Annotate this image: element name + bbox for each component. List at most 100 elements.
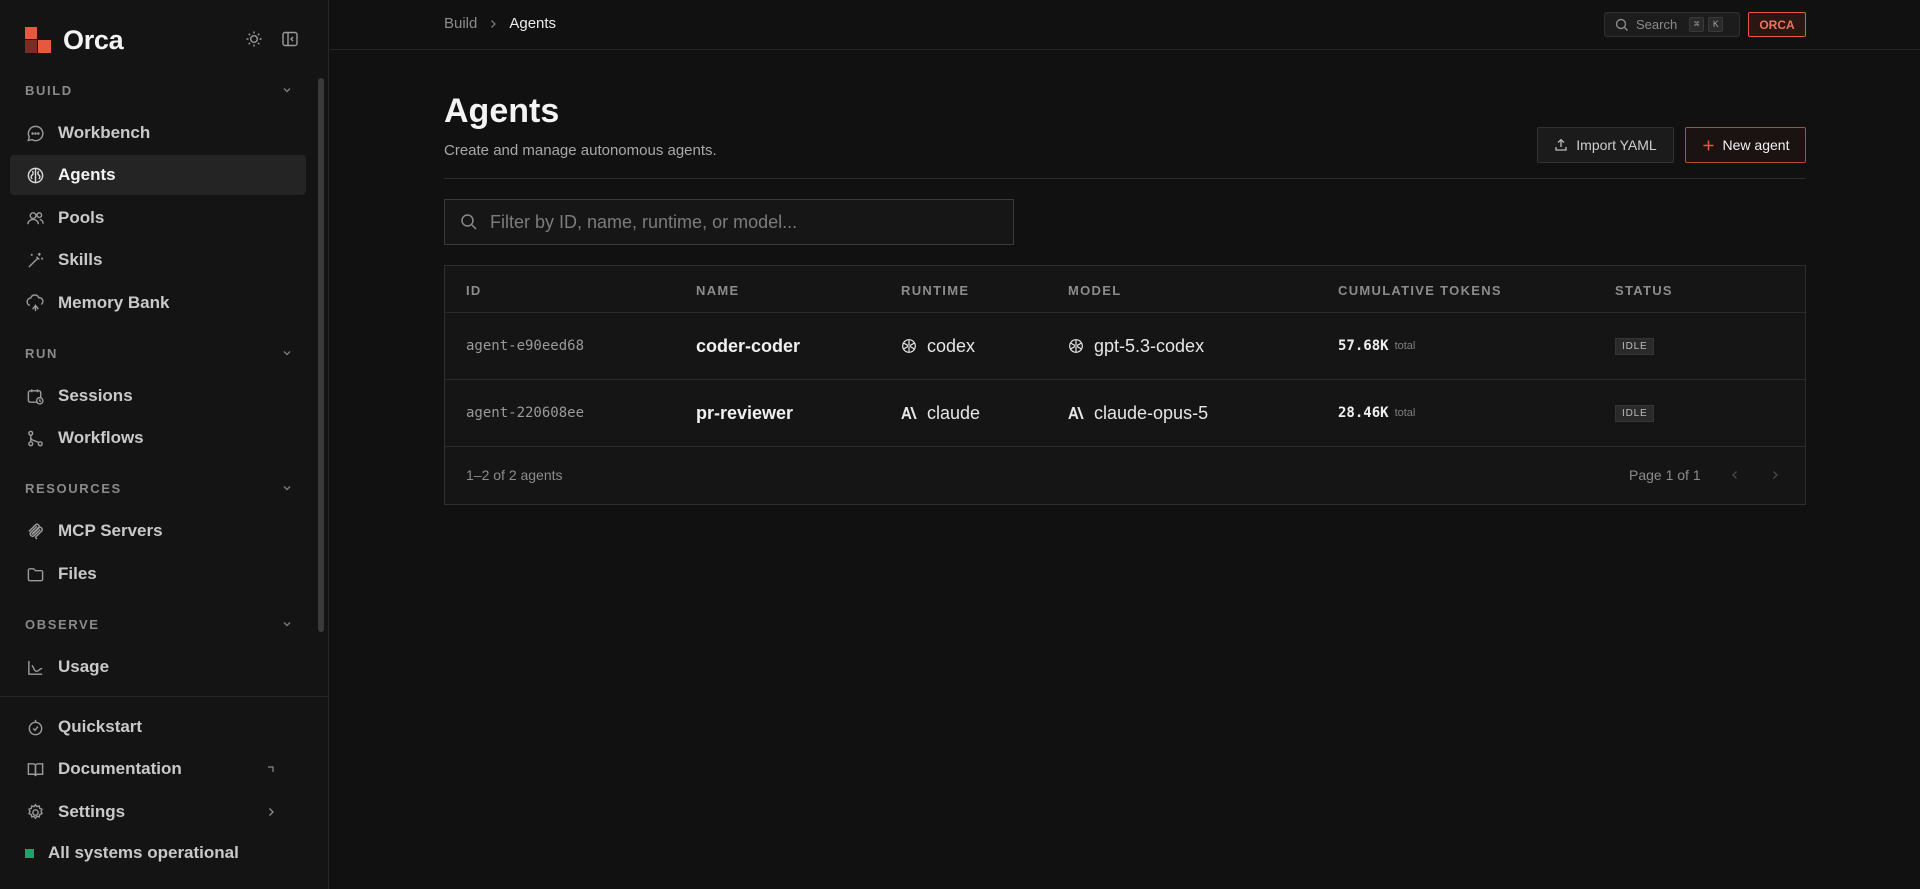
sidebar-item-sessions[interactable]: Sessions [10,376,306,416]
model-label: claude-opus-5 [1094,402,1209,423]
agent-model: gpt-5.3-codex [1068,313,1204,379]
prev-page-button[interactable] [1725,465,1745,485]
new-agent-button[interactable]: New agent [1685,127,1806,163]
section-build-label: BUILD [25,82,73,98]
filter-input[interactable] [490,211,990,233]
sidebar-item-memory-bank[interactable]: Memory Bank [10,283,306,323]
magic-wand-icon [25,250,45,270]
chart-line-icon [25,657,45,677]
column-header-runtime[interactable]: RUNTIME [901,283,969,298]
filter-field[interactable] [444,199,1014,245]
sidebar-item-quickstart[interactable]: Quickstart [10,707,306,747]
agent-name[interactable]: pr-reviewer [696,380,793,446]
agent-id: agent-e90eed68 [466,338,585,354]
sidebar-item-label: Workflows [58,428,144,447]
app-name: Orca [63,24,124,55]
shortcut-k-key: K [1708,17,1724,32]
upload-icon [1554,138,1568,152]
anthropic-icon [1068,405,1085,422]
agent-model: claude-opus-5 [1068,380,1208,446]
orca-logo [25,27,51,53]
sidebar-item-files[interactable]: Files [10,554,306,594]
column-header-model[interactable]: MODEL [1068,283,1121,298]
column-header-name[interactable]: NAME [696,283,739,298]
agent-status: IDLE [1615,380,1655,446]
search-label: Search [1636,17,1678,32]
chevron-down-icon [283,486,291,491]
brand[interactable]: Orca [25,24,124,56]
table-header: ID NAME RUNTIME MODEL CUMULATIVE TOKENS … [445,266,1805,313]
shortcut-cmd-key: ⌘ [1689,17,1705,32]
agent-status: IDLE [1615,313,1655,379]
org-badge[interactable]: ORCA [1748,12,1806,37]
system-status[interactable]: All systems operational [25,843,239,863]
sidebar-scrollbar[interactable] [318,78,324,632]
topbar: Build Agents Search ⌘ K ORCA [330,0,1920,50]
chevron-down-icon [283,88,291,93]
sidebar-item-label: Usage [58,657,110,676]
users-icon [25,208,45,228]
breadcrumb: Build Agents [444,15,556,32]
table-row[interactable]: agent-220608ee pr-reviewer claude claude… [445,380,1805,447]
sidebar-item-agents[interactable]: Agents [10,155,306,195]
import-yaml-button[interactable]: Import YAML [1537,127,1674,163]
page-subtitle: Create and manage autonomous agents. [444,142,717,159]
sidebar-divider [0,696,329,697]
section-observe[interactable]: OBSERVE [25,613,293,635]
agent-id: agent-220608ee [466,405,585,421]
folder-icon [25,564,45,584]
status-dot [25,848,34,858]
runtime-label: codex [927,335,976,356]
chevron-right-icon [1773,471,1778,479]
header-divider [444,178,1806,179]
sidebar-item-mcp-servers[interactable]: MCP Servers [10,511,306,551]
sidebar-item-workbench[interactable]: Workbench [10,113,306,153]
sidebar-item-pools[interactable]: Pools [10,198,306,238]
chevron-left-icon [1732,471,1737,479]
theme-toggle-sun-icon[interactable] [243,28,265,50]
rocket-icon [25,717,45,737]
runtime-label: claude [927,402,981,423]
agent-name[interactable]: coder-coder [696,313,800,379]
sidebar-item-documentation[interactable]: Documentation [10,749,306,789]
import-yaml-label: Import YAML [1576,137,1657,153]
sidebar-item-label: Quickstart [58,717,143,736]
page-title: Agents [444,92,560,130]
sidebar-collapse-icon[interactable] [279,28,301,50]
sidebar-item-workflows[interactable]: Workflows [10,418,306,458]
git-branch-icon [25,428,45,448]
next-page-button[interactable] [1765,465,1785,485]
anthropic-icon [901,405,918,422]
sidebar-item-label: Settings [58,802,126,821]
agent-runtime: claude [901,380,980,446]
breadcrumb-build[interactable]: Build [444,15,477,32]
search-icon [461,214,477,230]
column-header-status[interactable]: STATUS [1615,283,1673,298]
global-search-button[interactable]: Search ⌘ K [1604,12,1740,37]
sidebar-item-label: Workbench [58,123,151,142]
column-header-tokens[interactable]: CUMULATIVE TOKENS [1338,283,1502,298]
calendar-clock-icon [25,386,45,406]
section-build[interactable]: BUILD [25,79,293,101]
new-agent-label: New agent [1722,137,1790,153]
pagination-label: Page 1 of 1 [1629,467,1701,483]
sidebar-item-skills[interactable]: Skills [10,240,306,280]
section-run[interactable]: RUN [25,342,293,364]
status-badge: IDLE [1615,337,1655,355]
column-header-id[interactable]: ID [466,283,482,298]
agent-runtime: codex [901,313,975,379]
table-row[interactable]: agent-e90eed68 coder-coder codex gpt-5.3… [445,313,1805,380]
sidebar-item-label: Memory Bank [58,293,170,312]
table-footer: 1–2 of 2 agents Page 1 of 1 [445,447,1805,504]
chevron-right-icon [269,808,274,816]
sidebar-item-settings[interactable]: Settings [10,792,306,832]
chevron-right-icon [489,19,497,29]
sidebar-item-usage[interactable]: Usage [10,647,306,687]
status-badge: IDLE [1615,404,1655,422]
gear-icon [25,802,45,822]
row-count: 1–2 of 2 agents [466,467,563,483]
section-resources[interactable]: RESOURCES [25,477,293,499]
openai-icon [1068,338,1085,355]
section-run-label: RUN [25,345,58,361]
system-status-label: All systems operational [48,843,239,862]
